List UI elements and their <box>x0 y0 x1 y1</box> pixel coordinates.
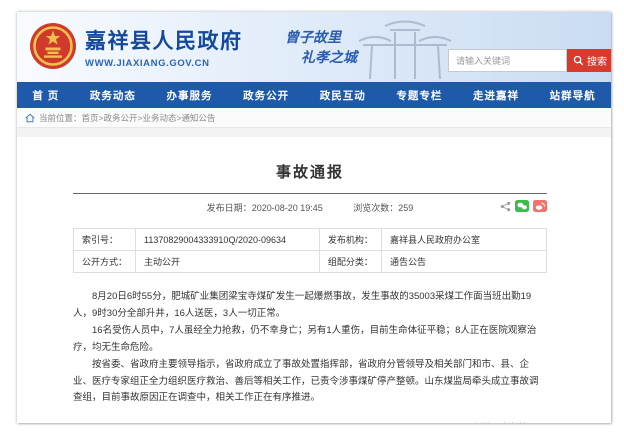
search-button[interactable]: 搜索 <box>567 49 611 72</box>
weibo-share-icon[interactable] <box>533 200 547 212</box>
nav-item-services[interactable]: 办事服务 <box>162 88 216 103</box>
article-signature: 嘉祥县应急管理局 2020年8月20日 <box>73 420 547 423</box>
site-url: WWW.JIAXIANG.GOV.CN <box>85 58 243 69</box>
nav-item-gov-news[interactable]: 政务动态 <box>86 88 140 103</box>
table-row: 公开方式： 主动公开 组配分类： 通告公告 <box>74 251 547 273</box>
paragraph: 按省委、省政府主要领导指示，省政府成立了事故处置指挥部，省政府分管领导及相关部门… <box>73 357 547 408</box>
share-icon[interactable] <box>500 201 511 212</box>
main-nav: 首 页 政务动态 办事服务 政务公开 政民互动 专题专栏 走进嘉祥 站群导航 <box>17 82 611 108</box>
brand-block: 嘉祥县人民政府 WWW.JIAXIANG.GOV.CN <box>85 25 243 69</box>
disclosure-method-value: 主动公开 <box>136 251 320 273</box>
nav-item-about-jiaxiang[interactable]: 走进嘉祥 <box>469 88 523 103</box>
article-panel: 事故通报 发布日期：2020-08-20 19:45 浏览次数：259 <box>17 137 611 423</box>
article-title: 事故通报 <box>73 161 547 182</box>
breadcrumb-label: 当前位置： <box>39 112 82 124</box>
nav-item-special-topics[interactable]: 专题专栏 <box>392 88 446 103</box>
paragraph: 8月20日6时55分，肥城矿业集团梁宝寺煤矿发生一起爆燃事故，发生事故的3500… <box>73 289 547 323</box>
nav-item-home[interactable]: 首 页 <box>28 88 63 103</box>
breadcrumb: 当前位置： 首页>政务公开>业务动态>通知公告 <box>17 108 611 128</box>
nav-item-site-directory[interactable]: 站群导航 <box>546 88 600 103</box>
disclosure-method-label: 公开方式： <box>74 251 136 273</box>
share-toolbar <box>500 200 547 212</box>
nav-item-interaction[interactable]: 政民互动 <box>316 88 370 103</box>
document-info-table: 索引号： 11370829004333910Q/2020-09634 发布机构：… <box>73 228 547 273</box>
breadcrumb-path[interactable]: 首页>政务公开>业务动态>通知公告 <box>82 112 216 124</box>
table-row: 索引号： 11370829004333910Q/2020-09634 发布机构：… <box>74 229 547 251</box>
issuing-agency-value: 嘉祥县人民政府办公室 <box>381 229 546 251</box>
article-body: 8月20日6时55分，肥城矿业集团梁宝寺煤矿发生一起爆燃事故，发生事故的3500… <box>73 289 547 407</box>
search-icon <box>573 55 584 66</box>
wechat-share-icon[interactable] <box>515 200 529 212</box>
content-divider-strip <box>17 128 611 137</box>
index-number-label: 索引号： <box>74 229 136 251</box>
national-emblem-logo <box>29 22 77 70</box>
issuing-agency-label: 发布机构： <box>319 229 381 251</box>
search-bar: 搜索 <box>448 49 611 72</box>
site-header: 嘉祥县人民政府 WWW.JIAXIANG.GOV.CN 曾子故里 礼孝之城 <box>17 12 611 82</box>
category-value: 通告公告 <box>381 251 546 273</box>
publish-date: 发布日期：2020-08-20 19:45 <box>207 203 323 213</box>
site-page: 嘉祥县人民政府 WWW.JIAXIANG.GOV.CN 曾子故里 礼孝之城 <box>17 12 611 423</box>
search-button-label: 搜索 <box>587 53 607 68</box>
site-title: 嘉祥县人民政府 <box>85 25 243 55</box>
article-meta: 发布日期：2020-08-20 19:45 浏览次数：259 <box>73 194 547 223</box>
view-count: 浏览次数：259 <box>353 203 413 213</box>
index-number-value: 11370829004333910Q/2020-09634 <box>136 229 320 251</box>
nav-item-gov-info[interactable]: 政务公开 <box>239 88 293 103</box>
signature-org: 嘉祥县应急管理局 <box>73 420 547 423</box>
search-input[interactable] <box>448 49 567 72</box>
paragraph: 16名受伤人员中，7人虽经全力抢救，仍不幸身亡；另有1人重伤，目前生命体征平稳；… <box>73 323 547 357</box>
home-icon <box>25 113 35 123</box>
category-label: 组配分类： <box>319 251 381 273</box>
